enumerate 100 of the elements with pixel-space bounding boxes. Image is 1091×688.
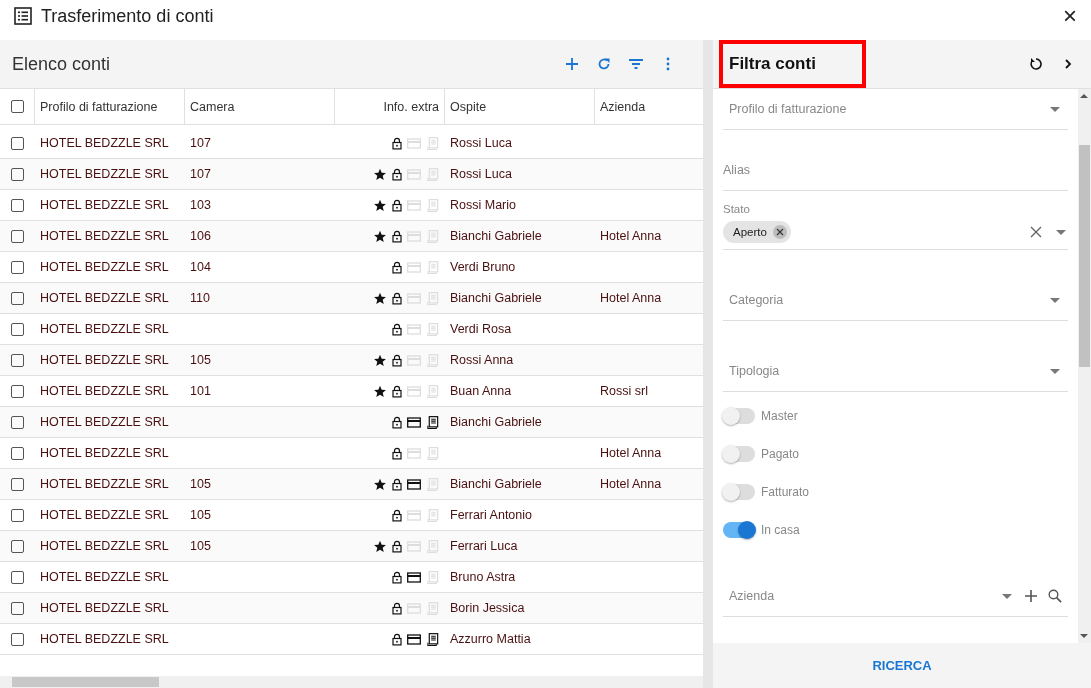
lock-icon (392, 260, 402, 274)
table-cell: Bianchi Gabriele (450, 229, 542, 243)
table-cell: HOTEL BEDZZLE SRL (40, 291, 169, 305)
row-checkbox[interactable] (11, 291, 24, 305)
table-cell: HOTEL BEDZZLE SRL (40, 477, 169, 491)
row-checkbox[interactable] (11, 539, 24, 553)
table-cell: Hotel Anna (600, 229, 662, 243)
row-checkbox[interactable] (11, 446, 24, 460)
table-cell: HOTEL BEDZZLE SRL (40, 384, 169, 398)
row-checkbox[interactable] (11, 415, 24, 429)
table-cell: Verdi Bruno (450, 260, 516, 274)
table-row[interactable]: HOTEL BEDZZLE SRL 106 Bianchi Gabriele Hotel Anna (0, 221, 703, 252)
horizontal-scrollbar[interactable] (0, 676, 703, 688)
column-header[interactable]: Info. extra (383, 99, 439, 114)
table-cell: Azzurro Mattia (450, 632, 531, 646)
reset-icon[interactable] (1029, 57, 1043, 71)
row-checkbox[interactable] (11, 198, 24, 212)
lock-icon (392, 446, 402, 460)
remove-icon[interactable] (772, 225, 787, 239)
row-checkbox[interactable] (11, 260, 24, 274)
add-icon[interactable] (1024, 589, 1038, 603)
table-cell: Bianchi Gabriele (450, 291, 542, 305)
field-label: Stato (723, 203, 751, 215)
row-checkbox[interactable] (11, 384, 24, 398)
row-checkbox[interactable] (11, 477, 24, 491)
table-cell: 107 (190, 167, 211, 181)
table-row[interactable]: HOTEL BEDZZLE SRL Bianchi Gabriele (0, 407, 703, 438)
table-row[interactable]: HOTEL BEDZZLE SRL 105 Bianchi Gabriele Hotel Anna (0, 469, 703, 500)
row-checkbox[interactable] (11, 353, 24, 367)
table-row[interactable]: HOTEL BEDZZLE SRL Borin Jessica (0, 593, 703, 624)
table-cell: HOTEL BEDZZLE SRL (40, 136, 169, 150)
table-cell: Verdi Rosa (450, 322, 512, 336)
table-cell: Borin Jessica (450, 601, 525, 615)
table-row[interactable]: HOTEL BEDZZLE SRL 105 Ferrari Luca (0, 531, 703, 562)
column-header[interactable]: Azienda (600, 99, 646, 114)
window-title: Trasferimento di conti (41, 5, 215, 27)
row-checkbox[interactable] (11, 322, 24, 336)
table-cell: Hotel Anna (600, 291, 662, 305)
lock-icon (392, 167, 402, 181)
row-checkbox[interactable] (11, 136, 24, 150)
status-dropdown[interactable]: Aperto (723, 215, 1068, 250)
lock-icon (392, 601, 402, 615)
table-cell: 105 (190, 508, 211, 522)
table-cell: 105 (190, 477, 211, 491)
row-checkbox[interactable] (11, 632, 24, 646)
table-cell: Hotel Anna (600, 446, 662, 460)
lock-icon (392, 353, 402, 367)
vertical-scrollbar[interactable] (1078, 89, 1091, 643)
table-cell: Rossi Luca (450, 136, 512, 150)
toggle-switch[interactable] (723, 446, 755, 462)
lock-icon (392, 477, 402, 491)
table-cell: Rossi Luca (450, 167, 512, 181)
table-cell: 101 (190, 384, 211, 398)
billing-profile-dropdown[interactable]: Profilo di fatturazione (723, 89, 1068, 130)
filter-title: Filtra conti (719, 40, 866, 88)
row-checkbox[interactable] (11, 570, 24, 584)
table-cell: 105 (190, 539, 211, 553)
column-header[interactable]: Camera (190, 99, 235, 114)
alias-field[interactable]: Alias (723, 150, 1068, 191)
table-cell: HOTEL BEDZZLE SRL (40, 353, 169, 367)
category-dropdown[interactable]: Categoria (723, 280, 1068, 321)
table-row[interactable]: HOTEL BEDZZLE SRL Azzurro Mattia (0, 624, 703, 655)
lock-icon (392, 570, 402, 584)
close-button[interactable]: × (1061, 4, 1079, 28)
table-row[interactable]: HOTEL BEDZZLE SRL 105 Rossi Anna (0, 345, 703, 376)
company-dropdown[interactable]: Azienda (723, 576, 1068, 617)
row-checkbox[interactable] (11, 229, 24, 243)
column-header[interactable]: Ospite (450, 99, 487, 114)
search-button[interactable]: RICERCA (860, 650, 944, 681)
status-chip[interactable]: Aperto (723, 221, 791, 243)
search-icon[interactable] (1048, 589, 1062, 603)
table-cell: Rossi Mario (450, 198, 516, 212)
lock-icon (392, 229, 402, 243)
toggle-label: Fatturato (761, 485, 810, 499)
refresh-icon[interactable] (597, 57, 611, 71)
lock-icon (392, 198, 402, 212)
table-cell: Bianchi Gabriele (450, 477, 542, 491)
table-row[interactable]: HOTEL BEDZZLE SRL 110 Bianchi Gabriele Hotel Anna (0, 283, 703, 314)
table-cell: Ferrari Luca (450, 539, 518, 553)
table-cell: HOTEL BEDZZLE SRL (40, 167, 169, 181)
type-dropdown[interactable]: Tipologia (723, 351, 1068, 392)
panel-title: Elenco conti (12, 53, 112, 75)
toggle-label: Master (761, 409, 798, 423)
column-header[interactable]: Profilo di fatturazione (40, 99, 158, 114)
table-cell: 103 (190, 198, 211, 212)
select-all-checkbox[interactable] (10, 100, 24, 113)
table-row[interactable]: HOTEL BEDZZLE SRL 107 Rossi Luca (0, 159, 703, 190)
clear-icon[interactable] (1030, 226, 1042, 238)
row-checkbox[interactable] (11, 601, 24, 615)
row-checkbox[interactable] (11, 167, 24, 181)
table-cell: Rossi srl (600, 384, 648, 398)
row-checkbox[interactable] (11, 508, 24, 522)
toggle-switch[interactable] (723, 522, 755, 538)
toggle-switch[interactable] (723, 408, 755, 424)
toggle-switch[interactable] (723, 484, 755, 500)
table-cell: HOTEL BEDZZLE SRL (40, 632, 169, 646)
table-cell: 110 (190, 291, 210, 305)
add-icon[interactable] (565, 57, 579, 71)
lock-icon (392, 508, 402, 522)
filter-icon[interactable] (629, 57, 643, 71)
